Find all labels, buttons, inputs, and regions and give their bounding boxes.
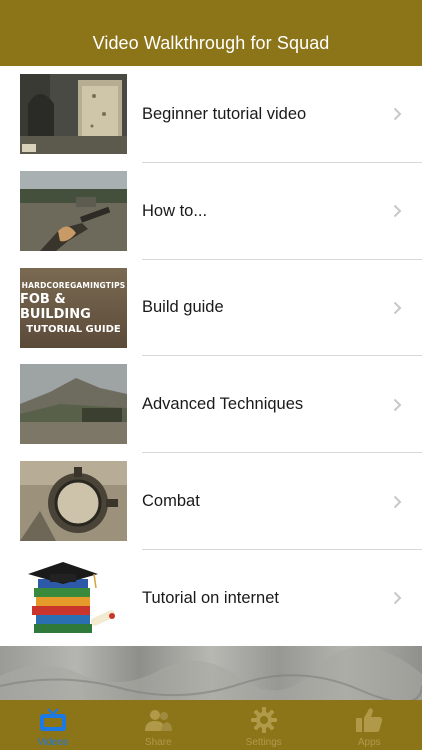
- list-item-label: Advanced Techniques: [142, 395, 304, 414]
- books-graduation-cap-thumbnail: [20, 557, 127, 638]
- gear-icon: [248, 705, 280, 735]
- chevron-right-icon: [393, 592, 402, 605]
- list-item[interactable]: Tutorial on internet: [0, 549, 422, 647]
- thumbnail-caption-line: HARDCOREGAMINGTIPS: [21, 280, 126, 290]
- list-item-label: Build guide: [142, 298, 224, 317]
- tab-apps[interactable]: Apps: [317, 700, 422, 750]
- tv-icon: [37, 705, 69, 735]
- list-item-label: Combat: [142, 492, 200, 511]
- tab-videos[interactable]: Videos: [0, 700, 106, 750]
- tab-label: Share: [144, 737, 172, 748]
- list-item[interactable]: HARDCOREGAMINGTIPS FOB & BUILDING TUTORI…: [0, 259, 422, 357]
- page-title: Video Walkthrough for Squad: [92, 33, 330, 53]
- tab-label: Settings: [245, 737, 282, 748]
- video-list: Beginner tutorial video How to... HARDCO: [0, 66, 422, 647]
- thumbnail-caption-line: FOB & BUILDING: [20, 291, 91, 322]
- thumbs-up-icon: [353, 705, 385, 735]
- scope-sight-thumbnail: [20, 461, 127, 542]
- rifle-field-thumbnail: [20, 170, 127, 251]
- tab-bar: Videos Share Settings Apps: [0, 700, 422, 750]
- chevron-right-icon: [393, 398, 402, 411]
- list-item-label: Beginner tutorial video: [142, 104, 307, 123]
- chevron-right-icon: [393, 495, 402, 508]
- ad-banner[interactable]: [0, 646, 422, 700]
- tab-label: Apps: [357, 737, 381, 748]
- tab-settings[interactable]: Settings: [211, 700, 317, 750]
- list-item[interactable]: Combat: [0, 453, 422, 550]
- chevron-right-icon: [393, 301, 402, 315]
- tab-label: Videos: [37, 737, 68, 748]
- people-icon: [142, 705, 174, 735]
- list-item[interactable]: Beginner tutorial video: [0, 66, 422, 163]
- hill-landscape-thumbnail: [20, 364, 127, 445]
- fob-building-guide-thumbnail: HARDCOREGAMINGTIPS FOB & BUILDING TUTORI…: [20, 267, 127, 348]
- navigation-bar: Video Walkthrough for Squad: [0, 0, 422, 66]
- ruins-wall-thumbnail: [20, 74, 127, 154]
- list-item-label: Tutorial on internet: [142, 588, 279, 607]
- chevron-right-icon: [393, 204, 402, 218]
- list-item-label: How to...: [142, 201, 208, 220]
- thumbnail-caption-line: TUTORIAL GUIDE: [26, 323, 121, 335]
- chevron-right-icon: [393, 108, 402, 121]
- list-item[interactable]: Advanced Techniques: [0, 356, 422, 454]
- list-item[interactable]: How to...: [0, 162, 422, 260]
- tab-share[interactable]: Share: [106, 700, 212, 750]
